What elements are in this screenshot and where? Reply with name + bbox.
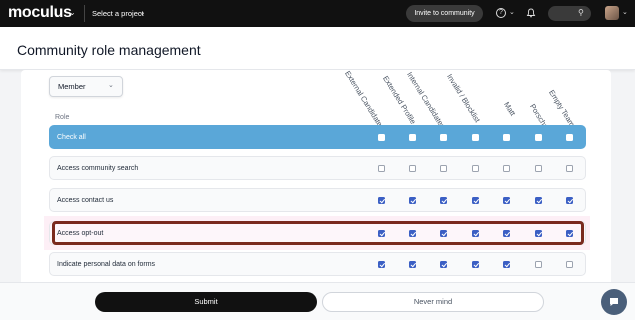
checkbox[interactable] <box>440 165 447 172</box>
chevron-down-icon[interactable]: ⌄ <box>509 8 515 16</box>
top-navigation-bar: moculus ⌄ Select a project ⌄ Invite to c… <box>0 0 635 27</box>
check-all-row[interactable]: Check all <box>49 125 586 149</box>
row-label: Access community search <box>57 165 139 172</box>
checkbox[interactable] <box>378 165 385 172</box>
row-label: Check all <box>57 134 86 141</box>
checkbox[interactable] <box>409 165 416 172</box>
checkbox[interactable] <box>378 261 385 268</box>
highlight-box <box>52 221 584 245</box>
invite-to-community-button[interactable]: Invite to community <box>406 5 483 22</box>
chevron-down-icon[interactable]: ⌄ <box>108 81 114 89</box>
checkbox[interactable] <box>503 165 510 172</box>
checkbox[interactable] <box>535 261 542 268</box>
checkbox[interactable] <box>440 134 447 141</box>
help-icon[interactable]: ? <box>496 8 506 18</box>
checkbox[interactable] <box>566 197 573 204</box>
checkbox[interactable] <box>472 134 479 141</box>
bell-icon[interactable] <box>526 8 536 18</box>
never-mind-button[interactable]: Never mind <box>322 292 544 312</box>
checkbox[interactable] <box>566 261 573 268</box>
checkbox[interactable] <box>566 134 573 141</box>
chat-icon[interactable] <box>601 289 627 315</box>
row-label: Access contact us <box>57 197 114 204</box>
checkbox[interactable] <box>566 165 573 172</box>
role-column-header: Role <box>55 114 70 121</box>
checkbox[interactable] <box>472 197 479 204</box>
logo[interactable]: moculus <box>8 4 72 22</box>
checkbox[interactable] <box>535 165 542 172</box>
checkbox[interactable] <box>472 165 479 172</box>
checkbox[interactable] <box>535 197 542 204</box>
checkbox[interactable] <box>503 261 510 268</box>
checkbox[interactable] <box>409 261 416 268</box>
checkbox[interactable] <box>503 197 510 204</box>
checkbox[interactable] <box>440 261 447 268</box>
chevron-down-icon[interactable]: ⌄ <box>139 8 146 17</box>
chat-bubble-icon <box>610 298 618 306</box>
permission-row: Access contact us <box>49 188 586 212</box>
chevron-down-icon[interactable]: ⌄ <box>69 8 76 17</box>
checkbox[interactable] <box>535 134 542 141</box>
avatar[interactable] <box>605 6 619 20</box>
project-select[interactable]: Select a project <box>92 9 144 18</box>
permission-row: Access community search <box>49 156 586 180</box>
checkbox[interactable] <box>378 134 385 141</box>
checkbox[interactable] <box>409 197 416 204</box>
page-header: Community role management <box>0 27 635 70</box>
divider <box>84 5 85 22</box>
checkbox[interactable] <box>472 261 479 268</box>
checkbox[interactable] <box>409 134 416 141</box>
chevron-down-icon[interactable]: ⌄ <box>622 8 628 16</box>
checkbox[interactable] <box>440 197 447 204</box>
checkbox[interactable] <box>378 197 385 204</box>
submit-button[interactable]: Submit <box>95 292 317 312</box>
checkbox[interactable] <box>503 134 510 141</box>
search-input[interactable] <box>548 6 591 21</box>
search-icon[interactable]: ⚲ <box>578 8 584 17</box>
permission-row: Indicate personal data on forms <box>49 252 586 276</box>
row-label: Indicate personal data on forms <box>57 261 156 268</box>
page-title: Community role management <box>17 42 201 58</box>
